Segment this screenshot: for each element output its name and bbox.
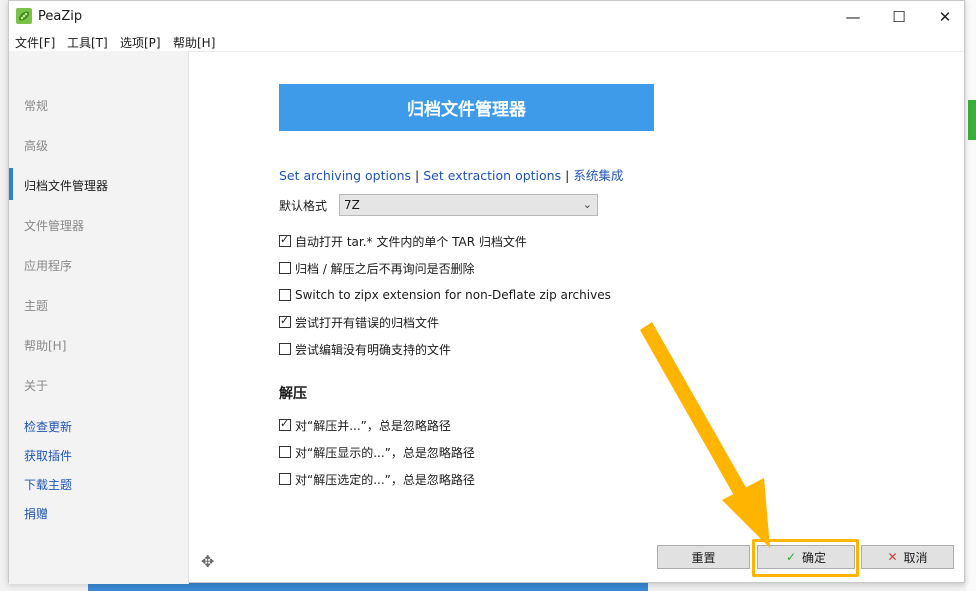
sidebar: 常规 高级 归档文件管理器 文件管理器 应用程序 主题 帮助[H] 关于 检查更… [9, 51, 189, 584]
checkbox[interactable] [279, 262, 291, 274]
link-download-themes[interactable]: 下载主题 [24, 476, 72, 493]
option-label: 对“解压选定的...”，总是忽略路径 [295, 472, 475, 487]
title-bar: PeaZip — ☐ ✕ [9, 1, 964, 32]
link-donate[interactable]: 捐赠 [24, 505, 48, 522]
option-label: 尝试编辑没有明确支持的文件 [295, 342, 452, 357]
sidebar-item-help[interactable]: 帮助[H] [24, 337, 66, 354]
cancel-button[interactable]: ✕ 取消 [861, 545, 954, 569]
reset-button-label: 重置 [691, 550, 716, 565]
reset-button[interactable]: 重置 [657, 545, 750, 569]
menu-tools[interactable]: 工具[T] [67, 34, 108, 51]
checkbox[interactable] [279, 289, 291, 301]
link-check-updates[interactable]: 检查更新 [24, 418, 72, 435]
checkbox[interactable] [279, 417, 291, 431]
sidebar-item-applications[interactable]: 应用程序 [24, 257, 72, 274]
menu-help[interactable]: 帮助[H] [173, 34, 215, 51]
desktop-background-accent [968, 100, 976, 140]
extract-section-title: 解压 [279, 386, 307, 402]
checkbox[interactable] [279, 446, 291, 458]
option-label: 对“解压显示的...”，总是忽略路径 [295, 445, 475, 460]
options-links: Set archiving options | Set extraction o… [279, 165, 623, 184]
minimize-button[interactable]: — [830, 1, 876, 32]
cross-icon: ✕ [887, 550, 898, 564]
option-open-broken-archives[interactable]: 尝试打开有错误的归档文件 [279, 314, 439, 330]
sidebar-item-archive-manager[interactable]: 归档文件管理器 [24, 177, 108, 194]
chevron-down-icon: ⌄ [582, 198, 592, 211]
checkbox[interactable] [279, 314, 291, 328]
option-label: 对“解压并...”，总是忽略路径 [295, 418, 451, 433]
link-get-plugins[interactable]: 获取插件 [24, 447, 72, 464]
page-title: 归档文件管理器 [279, 84, 654, 131]
option-extract-selected-ignore-path[interactable]: 对“解压选定的...”，总是忽略路径 [279, 471, 475, 487]
option-auto-open-tar[interactable]: 自动打开 tar.* 文件内的单个 TAR 归档文件 [279, 233, 527, 249]
link-system-integration[interactable]: 系统集成 [573, 168, 623, 183]
checkbox[interactable] [279, 233, 291, 247]
option-label: Switch to zipx extension for non-Deflate… [295, 288, 611, 302]
option-label: 归档 / 解压之后不再询问是否删除 [295, 261, 475, 276]
sidebar-item-about[interactable]: 关于 [24, 377, 48, 394]
cancel-button-label: 取消 [903, 550, 928, 565]
default-format-value: 7Z [344, 198, 360, 212]
peazip-logo-icon [16, 8, 32, 24]
menu-file[interactable]: 文件[F] [15, 34, 55, 51]
window-title: PeaZip [38, 9, 83, 24]
option-label: 尝试打开有错误的归档文件 [295, 315, 440, 330]
link-extraction-options[interactable]: Set extraction options [423, 168, 561, 183]
active-nav-marker [9, 168, 13, 200]
link-separator: | [415, 168, 420, 183]
menu-bar: 文件[F] 工具[T] 选项[P] 帮助[H] [9, 32, 964, 52]
link-separator: | [565, 168, 570, 183]
checkbox[interactable] [279, 343, 291, 355]
checkbox[interactable] [279, 473, 291, 485]
annotation-highlight-box [752, 539, 859, 577]
default-format-label: 默认格式 [279, 199, 328, 213]
sidebar-item-general[interactable]: 常规 [24, 97, 48, 114]
option-no-delete-prompt[interactable]: 归档 / 解压之后不再询问是否删除 [279, 260, 475, 276]
close-button[interactable]: ✕ [922, 1, 968, 32]
link-archiving-options[interactable]: Set archiving options [279, 168, 411, 183]
sidebar-item-advanced[interactable]: 高级 [24, 137, 48, 154]
sidebar-item-file-manager[interactable]: 文件管理器 [24, 217, 84, 234]
option-label: 自动打开 tar.* 文件内的单个 TAR 归档文件 [295, 234, 527, 249]
desktop-background [966, 0, 976, 591]
option-zipx-extension[interactable]: Switch to zipx extension for non-Deflate… [279, 287, 611, 303]
sidebar-item-themes[interactable]: 主题 [24, 297, 48, 314]
option-extract-and-ignore-path[interactable]: 对“解压并...”，总是忽略路径 [279, 417, 451, 433]
option-edit-unsupported[interactable]: 尝试编辑没有明确支持的文件 [279, 341, 451, 357]
option-extract-displayed-ignore-path[interactable]: 对“解压显示的...”，总是忽略路径 [279, 444, 475, 460]
maximize-button[interactable]: ☐ [876, 1, 922, 32]
menu-options[interactable]: 选项[P] [120, 34, 161, 51]
default-format-select[interactable]: 7Z ⌄ [339, 194, 598, 216]
settings-panel: 归档文件管理器 Set archiving options | Set extr… [189, 51, 965, 584]
peazip-window: PeaZip — ☐ ✕ 文件[F] 工具[T] 选项[P] 帮助[H] 常规 … [8, 0, 965, 584]
